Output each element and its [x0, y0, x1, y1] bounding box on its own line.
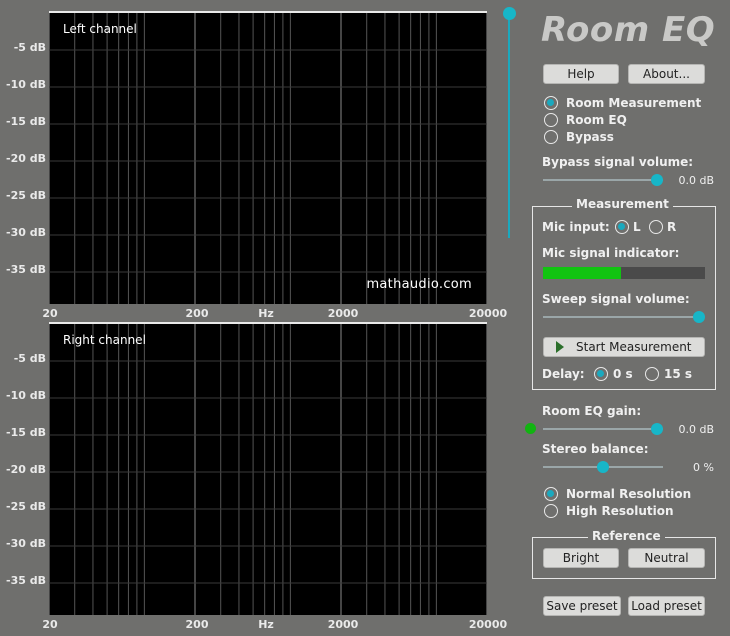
- mic-indicator-label: Mic signal indicator:: [542, 246, 680, 260]
- right-y-label: -20 dB: [6, 463, 46, 476]
- left-x-label-20: 20: [42, 307, 58, 320]
- mic-input-label-l: L: [633, 220, 641, 234]
- app-title: Room EQ: [541, 10, 716, 50]
- watermark: mathaudio.com: [366, 277, 472, 292]
- delay-label-0s: 0 s: [613, 367, 633, 381]
- right-x-label-200: 200: [185, 618, 209, 631]
- right-x-label-2000: 2000: [327, 618, 359, 631]
- resolution-radio-normal[interactable]: [544, 487, 558, 501]
- delay-radio-15s[interactable]: [645, 367, 659, 381]
- right-y-label: -25 dB: [6, 500, 46, 513]
- bypass-volume-track[interactable]: [543, 179, 663, 181]
- bright-button[interactable]: Bright: [543, 548, 619, 568]
- left-x-label-200: 200: [185, 307, 209, 320]
- stereo-balance-label: Stereo balance:: [542, 442, 649, 456]
- eq-gain-track[interactable]: [543, 428, 663, 430]
- reference-legend: Reference: [588, 529, 665, 543]
- mode-label-room-eq: Room EQ: [566, 113, 627, 127]
- sweep-volume-track[interactable]: [543, 316, 703, 318]
- mode-label-room-measurement: Room Measurement: [566, 96, 702, 110]
- stereo-balance-knob[interactable]: [597, 461, 609, 473]
- right-plot-title: Right channel: [63, 333, 146, 347]
- mic-input-label-r: R: [667, 220, 677, 234]
- left-plot-grid: [49, 13, 487, 304]
- right-y-label: -10 dB: [6, 389, 46, 402]
- right-y-label: -5 dB: [13, 352, 46, 365]
- neutral-button[interactable]: Neutral: [628, 548, 705, 568]
- right-y-label: -35 dB: [6, 574, 46, 587]
- sweep-volume-knob[interactable]: [693, 311, 705, 323]
- vertical-level-knob[interactable]: [503, 7, 516, 20]
- right-x-label-20000: 20000: [468, 618, 508, 631]
- mode-radio-room-eq[interactable]: [544, 113, 558, 127]
- eq-gain-indicator-dot: [525, 423, 536, 434]
- left-channel-plot: Left channel mathaudio.com: [49, 11, 487, 304]
- right-x-label-20: 20: [42, 618, 58, 631]
- right-y-label: -30 dB: [6, 537, 46, 550]
- mic-input-radio-r[interactable]: [649, 220, 663, 234]
- left-y-label: -30 dB: [6, 226, 46, 239]
- right-y-label: -15 dB: [6, 426, 46, 439]
- delay-label: Delay:: [542, 367, 585, 381]
- help-button[interactable]: Help: [543, 64, 619, 84]
- left-x-label-hz: Hz: [258, 307, 274, 320]
- right-channel-plot: Right channel: [49, 322, 487, 615]
- left-y-label: -20 dB: [6, 152, 46, 165]
- resolution-label-normal: Normal Resolution: [566, 487, 692, 501]
- bypass-volume-value: 0.0 dB: [678, 174, 714, 187]
- stereo-balance-value: 0 %: [693, 461, 714, 474]
- delay-radio-0s[interactable]: [594, 367, 608, 381]
- mode-radio-room-measurement[interactable]: [544, 96, 558, 110]
- left-y-label: -15 dB: [6, 115, 46, 128]
- right-x-label-hz: Hz: [258, 618, 274, 631]
- resolution-radio-high[interactable]: [544, 504, 558, 518]
- left-y-label: -25 dB: [6, 189, 46, 202]
- left-y-label: -5 dB: [13, 41, 46, 54]
- eq-gain-label: Room EQ gain:: [542, 404, 642, 418]
- left-x-label-2000: 2000: [327, 307, 359, 320]
- mode-label-bypass: Bypass: [566, 130, 614, 144]
- left-plot-title: Left channel: [63, 22, 137, 36]
- about-button[interactable]: About...: [628, 64, 705, 84]
- save-preset-button[interactable]: Save preset: [543, 596, 621, 616]
- load-preset-button[interactable]: Load preset: [628, 596, 705, 616]
- start-measurement-button[interactable]: Start Measurement: [543, 337, 705, 357]
- mic-signal-meter-fill: [543, 267, 621, 279]
- vertical-level-track[interactable]: [508, 14, 510, 238]
- left-y-label: -10 dB: [6, 78, 46, 91]
- delay-label-15s: 15 s: [664, 367, 693, 381]
- right-plot-grid: [49, 324, 487, 615]
- measurement-legend: Measurement: [572, 197, 673, 211]
- mic-input-label: Mic input:: [542, 220, 610, 234]
- left-y-label: -35 dB: [6, 263, 46, 276]
- play-icon: [556, 341, 564, 353]
- eq-gain-value: 0.0 dB: [678, 423, 714, 436]
- left-x-label-20000: 20000: [468, 307, 508, 320]
- sweep-volume-label: Sweep signal volume:: [542, 292, 690, 306]
- mic-input-radio-l[interactable]: [615, 220, 629, 234]
- bypass-volume-label: Bypass signal volume:: [542, 155, 694, 169]
- resolution-label-high: High Resolution: [566, 504, 674, 518]
- mode-radio-bypass[interactable]: [544, 130, 558, 144]
- start-measurement-label: Start Measurement: [576, 340, 692, 354]
